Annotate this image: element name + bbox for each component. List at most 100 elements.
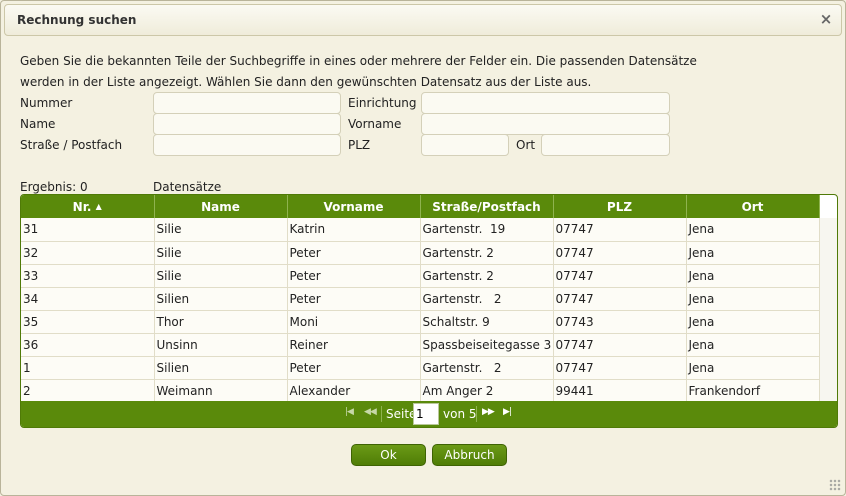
table-cell: Thor [154, 310, 288, 334]
page-label: Seite [386, 407, 417, 421]
table-row[interactable]: 31 Silie Katrin Gartenstr. 19 07747 Jena [21, 218, 820, 242]
table-cell: 2 [21, 379, 155, 403]
result-suffix: Datensätze [153, 180, 222, 194]
table-row[interactable]: 32 Silie Peter Gartenstr. 2 07747 Jena [21, 241, 820, 265]
table-row[interactable]: 36 Unsinn Reiner Spassbeiseitegasse 3 07747 J… [21, 333, 820, 357]
table-cell: Gartenstr. 2 [420, 241, 554, 265]
column-header-strasse[interactable]: Straße/Postfach [420, 195, 554, 218]
table-cell: Gartenstr. 2 [420, 356, 554, 380]
vorname-label: Vorname [348, 117, 402, 131]
strasse-label: Straße / Postfach [20, 138, 123, 152]
table-cell: 07747 [553, 356, 687, 380]
table-row[interactable]: 1 Silien Peter Gartenstr. 2 07747 Jena [21, 356, 820, 380]
table-cell: Silie [154, 241, 288, 265]
table-row[interactable]: 34 Silien Peter Gartenstr. 2 07747 Jena [21, 287, 820, 311]
table-cell: 07743 [553, 310, 687, 334]
strasse-field[interactable] [153, 134, 341, 156]
table-cell: Silie [154, 218, 288, 242]
table-cell: Peter [287, 264, 421, 288]
results-grid: Nr. ▲ Name Vorname Straße/Postfach PLZ O… [20, 194, 838, 428]
table-cell: Jena [686, 333, 820, 357]
table-cell: Am Anger 2 [420, 379, 554, 403]
table-cell: Katrin [287, 218, 421, 242]
table-cell: 33 [21, 264, 155, 288]
table-cell: Jena [686, 287, 820, 311]
search-invoice-dialog: Rechnung suchen × Geben Sie die bekannte… [0, 0, 846, 496]
table-cell: Alexander [287, 379, 421, 403]
table-cell: Jena [686, 310, 820, 334]
table-header-row: Nr. ▲ Name Vorname Straße/Postfach PLZ O… [21, 195, 820, 218]
plz-label: PLZ [348, 138, 371, 152]
column-header-vorname[interactable]: Vorname [287, 195, 421, 218]
table-row[interactable]: 2 Weimann Alexander Am Anger 2 99441 Frankend… [21, 379, 820, 403]
table-row[interactable]: 35 Thor Moni Schaltstr. 9 07743 Jena [21, 310, 820, 334]
result-count: Ergebnis: 0 [20, 180, 88, 194]
table-cell: Gartenstr. 2 [420, 287, 554, 311]
table-cell: Weimann [154, 379, 288, 403]
table-cell: 99441 [553, 379, 687, 403]
page-count: von 5 [443, 407, 477, 421]
close-icon[interactable]: × [817, 10, 835, 28]
sort-asc-icon: ▲ [95, 201, 102, 211]
name-field[interactable] [153, 113, 341, 135]
column-header-nr[interactable]: Nr. ▲ [21, 195, 155, 218]
table-cell: Silien [154, 287, 288, 311]
table-cell: Silie [154, 264, 288, 288]
results-table: Nr. ▲ Name Vorname Straße/Postfach PLZ O… [21, 195, 820, 403]
intro-text: Geben Sie die bekannten Teile der Suchbe… [20, 54, 697, 89]
resize-grip-icon[interactable] [829, 479, 841, 491]
table-cell: Unsinn [154, 333, 288, 357]
table-cell: Jena [686, 356, 820, 380]
table-cell: 07747 [553, 218, 687, 242]
table-cell: Schaltstr. 9 [420, 310, 554, 334]
einrichtung-field[interactable] [421, 92, 670, 114]
cancel-button[interactable]: Abbruch [432, 444, 507, 466]
pager-divider [476, 406, 477, 422]
ort-label: Ort [516, 138, 536, 152]
pager: |◀ ◀◀ Seite von 5 ▶▶ ▶| [21, 401, 837, 427]
table-cell: 07747 [553, 333, 687, 357]
table-cell: Jena [686, 264, 820, 288]
last-page-icon[interactable]: ▶| [503, 407, 512, 417]
column-header-name[interactable]: Name [154, 195, 288, 218]
table-cell: 31 [21, 218, 155, 242]
vorname-field[interactable] [421, 113, 670, 135]
next-page-icon[interactable]: ▶▶ [482, 407, 495, 417]
table-cell: 07747 [553, 241, 687, 265]
table-cell: Jena [686, 218, 820, 242]
name-label: Name [20, 117, 56, 131]
pager-divider [381, 406, 382, 422]
table-cell: Gartenstr. 2 [420, 264, 554, 288]
table-cell: Frankendorf [686, 379, 820, 403]
table-cell: Spassbeiseitegasse 3 [420, 333, 554, 357]
column-header-ort[interactable]: Ort [686, 195, 820, 218]
dialog-titlebar[interactable]: Rechnung suchen × [4, 4, 842, 36]
table-cell: Peter [287, 241, 421, 265]
table-cell: 07747 [553, 264, 687, 288]
column-header-plz[interactable]: PLZ [553, 195, 687, 218]
table-cell: Moni [287, 310, 421, 334]
table-cell: 36 [21, 333, 155, 357]
page-number-input[interactable] [413, 403, 439, 425]
ok-button[interactable]: Ok [351, 444, 426, 466]
prev-page-icon[interactable]: ◀◀ [364, 407, 377, 417]
table-cell: 34 [21, 287, 155, 311]
table-cell: 1 [21, 356, 155, 380]
first-page-icon[interactable]: |◀ [345, 407, 354, 417]
table-cell: Peter [287, 356, 421, 380]
table-cell: 32 [21, 241, 155, 265]
einrichtung-label: Einrichtung [348, 96, 417, 110]
ort-field[interactable] [541, 134, 670, 156]
table-cell: Jena [686, 241, 820, 265]
plz-field[interactable] [421, 134, 509, 156]
table-cell: 07747 [553, 287, 687, 311]
table-cell: Peter [287, 287, 421, 311]
nummer-field[interactable] [153, 92, 341, 114]
vertical-scrollbar[interactable] [819, 218, 837, 403]
dialog-title: Rechnung suchen [17, 13, 137, 27]
table-row[interactable]: 33 Silie Peter Gartenstr. 2 07747 Jena [21, 264, 820, 288]
table-cell: Gartenstr. 19 [420, 218, 554, 242]
table-cell: Silien [154, 356, 288, 380]
table-cell: 35 [21, 310, 155, 334]
nummer-label: Nummer [20, 96, 73, 110]
